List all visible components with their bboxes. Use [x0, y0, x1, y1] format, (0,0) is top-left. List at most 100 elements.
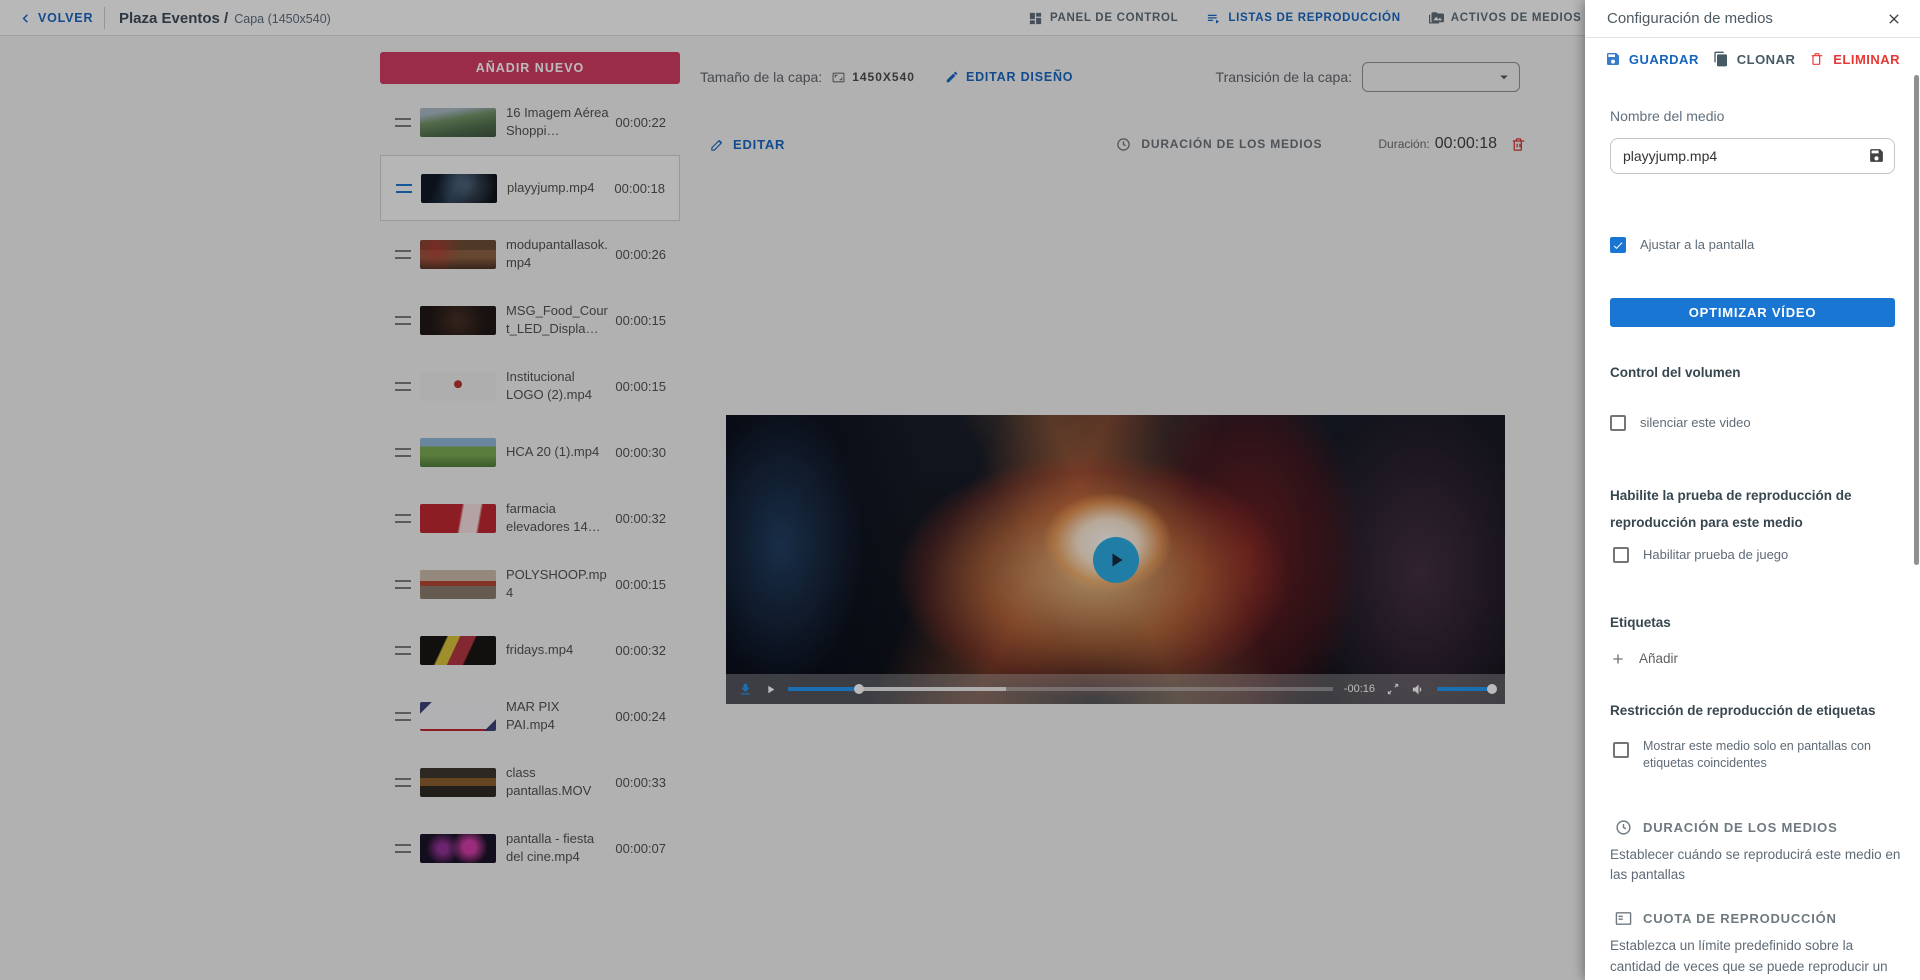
nav-label: PANEL DE CONTROL — [1050, 12, 1178, 24]
progress-buffer — [859, 687, 1006, 691]
save-button[interactable]: GUARDAR — [1605, 51, 1699, 67]
restriction-label: Mostrar este medio solo en pantallas con… — [1643, 738, 1895, 773]
list-item[interactable]: 16 Imagem Aérea Shoppi… 00:00:22 — [380, 89, 680, 155]
list-item[interactable]: POLYSHOOP.mp4 00:00:15 — [380, 551, 680, 617]
progress-thumb[interactable] — [854, 684, 864, 694]
drag-handle-icon[interactable] — [395, 250, 411, 259]
save-name-icon[interactable] — [1868, 147, 1885, 164]
media-duration: 00:00:18 — [614, 181, 665, 196]
list-item[interactable]: fridays.mp4 00:00:32 — [380, 617, 680, 683]
list-item[interactable]: pantalla - fiesta del cine.mp4 00:00:07 — [380, 815, 680, 881]
save-label: GUARDAR — [1629, 52, 1699, 67]
drag-handle-icon[interactable] — [395, 712, 411, 721]
optimize-video-button[interactable]: OPTIMIZAR VÍDEO — [1610, 298, 1895, 327]
player-controls: -00:16 — [726, 674, 1505, 704]
layer-size-label: Tamaño de la capa: — [700, 69, 822, 85]
list-item[interactable]: farmacia elevadores 14… 00:00:32 — [380, 485, 680, 551]
nav-item-activos-de-medios[interactable]: ACTIVOS DE MEDIOS — [1429, 11, 1582, 26]
media-name: POLYSHOOP.mp4 — [506, 566, 610, 601]
media-duration: 00:00:15 — [615, 313, 666, 328]
edit-design-button[interactable]: EDITAR DISEÑO — [945, 70, 1073, 84]
layer-size-value: 1450X540 — [852, 70, 915, 84]
drag-handle-icon[interactable] — [395, 646, 411, 655]
caret-down-icon — [1495, 68, 1513, 86]
list-item[interactable]: MSG_Food_Court_LED_Displa… 00:00:15 — [380, 287, 680, 353]
media-name: Institucional LOGO (2).mp4 — [506, 368, 610, 403]
edit-media-button[interactable]: EDITAR — [710, 137, 785, 152]
media-thumbnail — [420, 834, 496, 863]
play-icon[interactable] — [764, 683, 777, 696]
drag-handle-icon[interactable] — [395, 448, 411, 457]
media-name-input[interactable] — [1610, 138, 1895, 174]
download-icon[interactable] — [738, 682, 753, 697]
fit-to-screen-row: Ajustar a la pantalla — [1610, 236, 1895, 254]
volume-section-title: Control del volumen — [1610, 359, 1913, 386]
media-thumbnail — [420, 768, 496, 797]
add-new-button[interactable]: AÑADIR NUEVO — [380, 52, 680, 84]
proof-section-title: Habilite la prueba de reproducción de re… — [1610, 482, 1913, 536]
media-thumbnail — [420, 636, 496, 665]
media-thumbnail — [420, 240, 496, 269]
list-item[interactable]: MAR PIX PAI.mp4 00:00:24 — [380, 683, 680, 749]
proof-checkbox[interactable] — [1613, 547, 1629, 563]
media-name: fridays.mp4 — [506, 641, 610, 659]
duration-section-label: DURACIÓN DE LOS MEDIOS — [1643, 820, 1838, 835]
panel-title: Configuración de medios — [1607, 10, 1882, 27]
drag-handle-icon[interactable] — [396, 184, 412, 193]
media-duration: 00:00:15 — [615, 577, 666, 592]
list-item[interactable]: class pantallas.MOV 00:00:33 — [380, 749, 680, 815]
drag-handle-icon[interactable] — [395, 778, 411, 787]
list-item-selected[interactable]: playyjump.mp4 00:00:18 — [380, 155, 680, 221]
close-icon[interactable] — [1882, 7, 1906, 31]
play-quota-icon — [1615, 910, 1632, 927]
clone-button[interactable]: CLONAR — [1713, 51, 1796, 67]
drag-handle-icon[interactable] — [395, 382, 411, 391]
video-player[interactable]: -00:16 — [726, 415, 1505, 704]
progress-bar[interactable] — [788, 687, 1333, 691]
list-item[interactable]: HCA 20 (1).mp4 00:00:30 — [380, 419, 680, 485]
panel-scrollbar[interactable] — [1914, 75, 1919, 565]
delete-media-icon[interactable] — [1510, 136, 1527, 153]
media-thumbnail — [420, 306, 496, 335]
layer-transition-select[interactable] — [1362, 62, 1520, 92]
media-name-field — [1610, 138, 1895, 174]
nav-item-panel-de-control[interactable]: PANEL DE CONTROL — [1028, 11, 1178, 26]
volume-thumb[interactable] — [1487, 684, 1497, 694]
fit-to-screen-checkbox[interactable] — [1610, 237, 1626, 253]
back-button[interactable]: VOLVER — [18, 0, 93, 36]
media-name: playyjump.mp4 — [507, 179, 611, 197]
add-tag-label: Añadir — [1639, 651, 1678, 666]
play-button[interactable] — [1093, 537, 1139, 583]
playlist-items: 16 Imagem Aérea Shoppi… 00:00:22 playyju… — [380, 89, 680, 881]
add-tag-button[interactable]: Añadir — [1610, 651, 1895, 667]
list-item[interactable]: Institucional LOGO (2).mp4 00:00:15 — [380, 353, 680, 419]
nav-item-listas-de-reproduccion[interactable]: LISTAS DE REPRODUCCIÓN — [1206, 11, 1400, 26]
media-duration: 00:00:26 — [615, 247, 666, 262]
mute-checkbox[interactable] — [1610, 415, 1626, 431]
volume-icon[interactable] — [1411, 682, 1426, 697]
media-name: MSG_Food_Court_LED_Displa… — [506, 302, 610, 337]
drag-handle-icon[interactable] — [395, 118, 411, 127]
volume-slider[interactable] — [1437, 687, 1493, 691]
playlist-icon — [1206, 11, 1221, 26]
drag-handle-icon[interactable] — [395, 514, 411, 523]
delete-button[interactable]: ELIMINAR — [1809, 51, 1900, 67]
media-name: class pantallas.MOV — [506, 764, 610, 799]
media-thumbnail — [420, 372, 496, 401]
plus-icon — [1610, 651, 1626, 667]
media-thumbnail — [420, 108, 496, 137]
drag-handle-icon[interactable] — [395, 844, 411, 853]
fit-to-screen-label: Ajustar a la pantalla — [1640, 236, 1754, 254]
media-thumbnail — [421, 174, 497, 203]
pencil-icon — [945, 70, 959, 84]
list-item[interactable]: modupantallasok.mp4 00:00:26 — [380, 221, 680, 287]
tags-section-title: Etiquetas — [1610, 609, 1913, 636]
drag-handle-icon[interactable] — [395, 580, 411, 589]
restriction-checkbox[interactable] — [1613, 742, 1629, 758]
expand-icon[interactable] — [1386, 682, 1400, 696]
restriction-section-title: Restricción de reproducción de etiquetas — [1610, 697, 1913, 724]
clock-icon — [1116, 137, 1131, 152]
panel-actions: GUARDAR CLONAR ELIMINAR — [1585, 38, 1920, 80]
media-name-label: Nombre del medio — [1610, 108, 1895, 124]
drag-handle-icon[interactable] — [395, 316, 411, 325]
